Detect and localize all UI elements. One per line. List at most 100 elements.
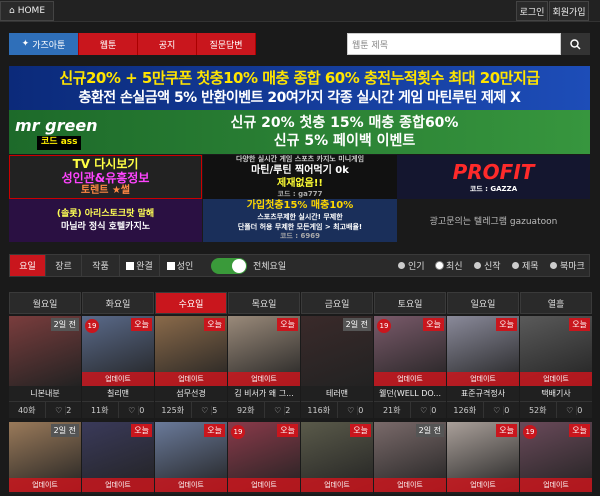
webtoon-card[interactable]: 오늘 19 업데이트 웰던(WELL DO... 21화 ♡ 0	[374, 316, 446, 418]
webtoon-stats: 116화 ♡ 0	[301, 402, 373, 418]
update-badge: 오늘	[496, 318, 517, 331]
filter-check-adult[interactable]: 성인	[160, 255, 200, 276]
heart-icon: ♡	[347, 405, 355, 415]
home-button[interactable]: ⌂ HOME	[0, 1, 54, 21]
day-tab[interactable]: 수요일	[155, 292, 227, 314]
webtoon-title[interactable]: 웰던(WELL DO...	[374, 386, 446, 402]
heart-icon: ♡	[128, 405, 136, 415]
update-label: 업데이트	[228, 478, 300, 492]
sort-bookmark[interactable]: 북마크	[550, 255, 585, 276]
main-nav: ✦ 가즈아툰 웹툰 공지 질문답변 웹툰 제목	[9, 33, 590, 55]
webtoon-card[interactable]: 2일 전 업데이트	[374, 422, 446, 494]
episode-count: 11화	[90, 405, 109, 415]
signup-button[interactable]: 회원가입	[549, 1, 589, 21]
day-tab[interactable]: 목요일	[228, 292, 300, 314]
nav-item-gazuatoon[interactable]: ✦ 가즈아툰	[9, 33, 79, 55]
episode-count: 40화	[17, 405, 36, 415]
day-tab[interactable]: 월요일	[9, 292, 81, 314]
update-label: 업데이트	[520, 478, 592, 492]
like-value: 5	[211, 405, 218, 415]
update-badge: 오늘	[131, 424, 152, 437]
like-value: 2	[284, 405, 291, 415]
webtoon-title[interactable]: 택배기사	[520, 386, 592, 402]
day-tab[interactable]: 화요일	[82, 292, 154, 314]
webtoon-card[interactable]: 오늘 19 업데이트	[520, 422, 592, 494]
filter-tab-genre[interactable]: 장르	[46, 255, 82, 276]
update-label: 업데이트	[82, 478, 154, 492]
webtoon-card[interactable]: 오늘 업데이트	[447, 422, 519, 494]
update-label: 업데이트	[82, 372, 154, 386]
nav-item-notice[interactable]: 공지	[138, 33, 197, 55]
update-badge: 오늘	[423, 318, 444, 331]
update-badge: 오늘	[569, 424, 590, 437]
sort-popular[interactable]: 인기	[398, 255, 425, 276]
webtoon-title[interactable]: 표준규격정사	[447, 386, 519, 402]
age-rating-badge: 19	[523, 425, 537, 439]
webtoon-title[interactable]: 김 비서가 왜 그...	[228, 386, 300, 402]
all-days-toggle[interactable]	[211, 258, 247, 274]
mrgreen-logo: mr green	[15, 116, 98, 135]
webtoon-stats: 11화 ♡ 0	[82, 402, 154, 418]
nav-item-qna[interactable]: 질문답변	[197, 33, 256, 55]
banner-profit[interactable]: PROFIT 코드 : GAZZA	[397, 155, 590, 199]
sort-latest[interactable]: 최신	[436, 255, 463, 276]
day-tab[interactable]: 일요일	[447, 292, 519, 314]
webtoon-card[interactable]: 2일 전 테러맨 116화 ♡ 0	[301, 316, 373, 418]
webtoon-card[interactable]: 오늘업데이트 택배기사 52화 ♡ 0	[520, 316, 592, 418]
like-value: 0	[503, 405, 510, 415]
webtoon-card[interactable]: 오늘 업데이트 섬무선경 125화 ♡ 5	[155, 316, 227, 418]
update-label: 업데이트	[374, 478, 446, 492]
search-input[interactable]: 웹툰 제목	[347, 33, 561, 55]
nav-item-webtoon[interactable]: 웹툰	[79, 33, 138, 55]
day-tab[interactable]: 열흘	[520, 292, 592, 314]
webtoon-card[interactable]: 오늘업데이트	[82, 422, 154, 494]
day-tab[interactable]: 토요일	[374, 292, 446, 314]
webtoon-card[interactable]: 오늘 19 업데이트	[228, 422, 300, 494]
webtoon-card[interactable]: 오늘 업데이트 김 비서가 왜 그... 92화 ♡ 2	[228, 316, 300, 418]
webtoon-card[interactable]: 오늘 업데이트	[155, 422, 227, 494]
webtoon-title[interactable]: 섬무선경	[155, 386, 227, 402]
banner-fuking[interactable]: 가입첫충15% 매충10% 스포츠무제한 실시간! 무제한 단폴더 허용 무제한…	[203, 199, 397, 242]
update-label: 업데이트	[447, 372, 519, 386]
like-value: 0	[357, 405, 364, 415]
webtoon-card[interactable]: 오늘 업데이트	[301, 422, 373, 494]
day-tab[interactable]: 금요일	[301, 292, 373, 314]
webtoon-title[interactable]: 테러맨	[301, 386, 373, 402]
update-badge: 오늘	[277, 424, 298, 437]
like-value: 0	[138, 405, 145, 415]
webtoon-card[interactable]: 오늘 19 업데이트 칠리맨 11화 ♡ 0	[82, 316, 154, 418]
episode-count: 126화	[453, 405, 477, 415]
filter-tab-day[interactable]: 요일	[10, 255, 46, 276]
sort-new[interactable]: 신작	[474, 255, 501, 276]
webtoon-card[interactable]: 2일 전 업데이트	[9, 422, 81, 494]
update-badge: 오늘	[277, 318, 298, 331]
webtoon-card[interactable]: 2일 전 니본내분 40화 ♡ 2	[9, 316, 81, 418]
banner-id[interactable]: 다양한 실시간 게임 스포츠 카지노 미니게임 마틴/루틴 찍어먹기 0k 제재…	[203, 155, 397, 199]
update-label: 업데이트	[520, 372, 592, 386]
webtoon-title[interactable]: 니본내분	[9, 386, 81, 402]
webtoon-stats: 52화 ♡ 0	[520, 402, 592, 418]
update-badge: 오늘	[204, 318, 225, 331]
update-badge: 오늘	[569, 318, 590, 331]
banner-2[interactable]: mr green 코드 ass 신규 20% 첫충 15% 매충 종합60% 신…	[9, 110, 590, 154]
banner-1[interactable]: 신규20% + 5만쿠폰 첫충10% 매충 종합 60% 충전누적횟수 최대 2…	[9, 66, 590, 110]
filter-tab-work[interactable]: 작품	[82, 255, 120, 276]
sort-title[interactable]: 제목	[512, 255, 539, 276]
webtoon-stats: 92화 ♡ 2	[228, 402, 300, 418]
webtoon-stats: 126화 ♡ 0	[447, 402, 519, 418]
webtoon-card[interactable]: 오늘업데이트 표준규격정사 126화 ♡ 0	[447, 316, 519, 418]
banner-arisu[interactable]: (솔롯) 아리스토크랏 말해 마닐라 정식 호텔카지노	[9, 199, 202, 242]
webtoon-title[interactable]: 칠리맨	[82, 386, 154, 402]
like-value: 2	[65, 405, 72, 415]
update-badge: 오늘	[350, 424, 371, 437]
update-badge: 오늘	[496, 424, 517, 437]
banner-tv[interactable]: TV 다시보기 성인관&유흥정보 토렌트 ★썰	[9, 155, 202, 199]
top-bar	[0, 0, 600, 22]
episode-count: 125화	[161, 405, 185, 415]
episode-count: 116화	[307, 405, 331, 415]
search-button[interactable]	[561, 33, 590, 55]
heart-icon: ♡	[493, 405, 501, 415]
filter-check-complete[interactable]: 완결	[120, 255, 160, 276]
login-button[interactable]: 로그인	[516, 1, 548, 21]
like-value: 0	[430, 405, 437, 415]
